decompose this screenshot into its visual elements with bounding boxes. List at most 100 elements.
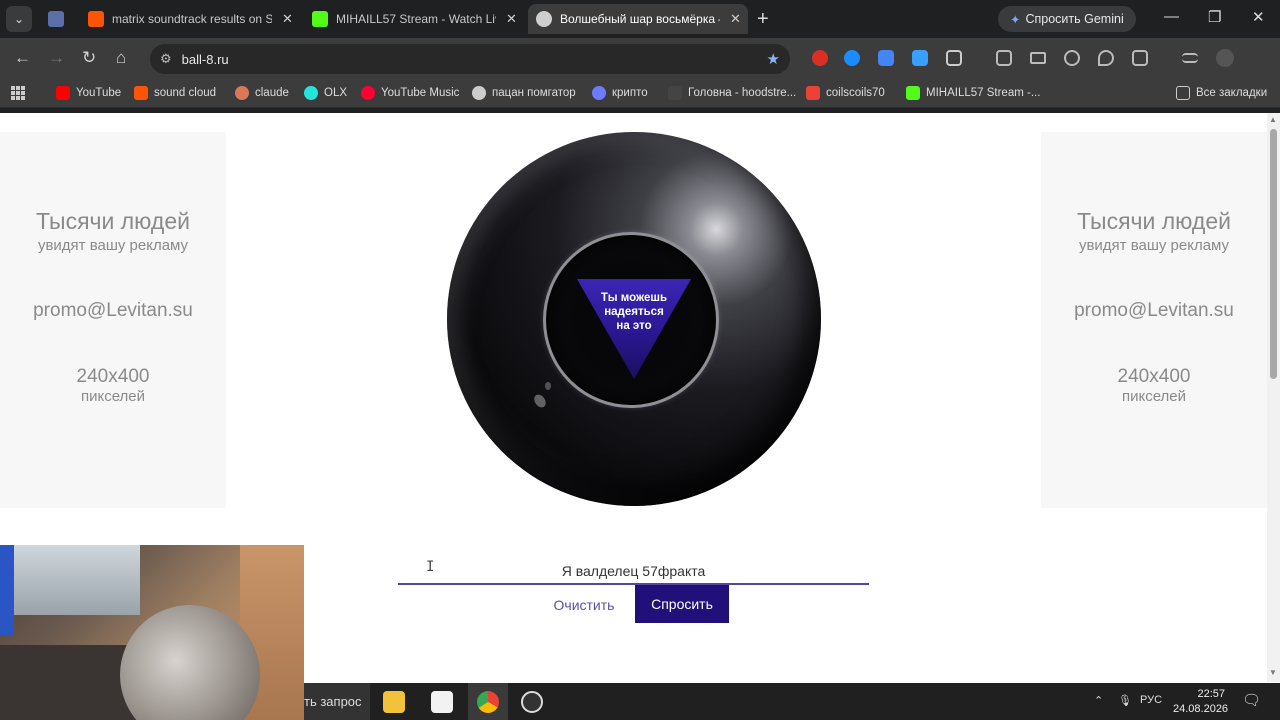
bookmark-label: YouTube Music [381, 87, 460, 99]
ad-size-unit: пикселей [1121, 388, 1187, 405]
clear-button[interactable]: Очистить [545, 594, 623, 616]
ad-banner-left[interactable]: Тысячи людей увидят вашу рекламу promo@L… [0, 132, 226, 508]
close-window-button[interactable]: ✕ [1252, 8, 1265, 26]
bookmark-label: MIHAILL57 Stream -... [926, 87, 1041, 99]
bookmark-hoodstream[interactable]: Головна - hoodstre... [668, 86, 796, 100]
bookmark-patsan[interactable]: пацан помгатор [472, 86, 576, 100]
webcam-overlay [0, 545, 304, 720]
minimize-button[interactable]: — [1164, 8, 1179, 25]
extension-adblock-icon[interactable] [812, 50, 828, 66]
ad-size: 240x400 [1117, 366, 1191, 387]
ball-answer-text: Ты можешь надеяться на это [586, 291, 682, 333]
incognito-icon[interactable] [996, 50, 1012, 66]
tab-2[interactable]: MIHAILL57 Stream - Watch Live ✕ [304, 4, 526, 34]
gemini-button[interactable]: ✦ Спросить Gemini [998, 6, 1136, 32]
timer-app-icon[interactable] [521, 691, 543, 713]
tab-close-icon[interactable]: ✕ [506, 11, 517, 27]
bookmark-kick-stream[interactable]: MIHAILL57 Stream -... [906, 86, 1040, 100]
taskbar: ть запрос ⌃ 🎙 РУС 22:57 24.08.2026 🗨 [304, 683, 1280, 720]
keyboard-language[interactable]: РУС [1140, 694, 1162, 706]
bookmark-gmail[interactable]: coilscoils70 [806, 86, 885, 100]
answer-line: Ты можешь [600, 292, 668, 304]
scrollbar-thumb[interactable] [1270, 129, 1277, 379]
bookmark-label: Все закладки [1196, 87, 1268, 99]
notifications-icon[interactable]: 🗨 [1242, 691, 1261, 709]
file-explorer-icon[interactable] [383, 691, 405, 713]
ball-answer-window: Ты можешь надеяться на это [543, 232, 719, 408]
taskbar-search[interactable]: ть запрос [304, 683, 370, 720]
extensions-puzzle-icon[interactable] [946, 50, 962, 66]
ad-title: Тысячи людей [36, 208, 190, 234]
site-info-icon[interactable]: ⚙ [160, 51, 172, 67]
magic-8-ball[interactable]: Ты можешь надеяться на это [447, 132, 821, 506]
reading-list-icon[interactable] [1182, 53, 1198, 63]
ad-title: Тысячи людей [1077, 208, 1231, 234]
question-input[interactable] [398, 558, 869, 585]
location-pin-icon[interactable] [1098, 50, 1114, 66]
scroll-up-icon[interactable]: ▲ [1269, 115, 1277, 124]
payment-card-icon[interactable] [1030, 52, 1046, 64]
password-key-icon[interactable] [1064, 50, 1080, 66]
bookmarks-bar: YouTube sound cloud claude OLX YouTube M… [0, 80, 1280, 108]
toolbar: ← → ↻ ⌂ ⚙ ball-8.ru ★ [0, 38, 1280, 80]
gmail-icon [806, 86, 820, 100]
bookmark-youtube[interactable]: YouTube [56, 86, 121, 100]
bookmark-crypto[interactable]: крипто [592, 86, 648, 100]
youtube-music-icon [361, 86, 375, 100]
apps-grid-icon[interactable] [11, 86, 25, 100]
tab-1[interactable]: matrix soundtrack results on So ✕ [80, 4, 302, 34]
ad-banner-right[interactable]: Тысячи людей увидят вашу рекламу promo@L… [1041, 132, 1267, 508]
document-app-icon[interactable] [431, 691, 453, 713]
reload-button[interactable]: ↻ [82, 48, 96, 68]
tab-title: matrix soundtrack results on So [112, 12, 272, 26]
bookmark-label: claude [255, 87, 289, 99]
extension-vpn-icon[interactable] [912, 50, 928, 66]
webcam-room-window [0, 545, 140, 615]
new-tab-button[interactable]: + [757, 8, 769, 31]
bookmark-label: sound cloud [154, 87, 217, 99]
bookmarks-star-list-icon[interactable] [1132, 50, 1148, 66]
claude-icon [235, 86, 249, 100]
soundcloud-icon [134, 86, 148, 100]
tab-0[interactable] [40, 4, 76, 34]
tab-strip: ⌄ matrix soundtrack results on So ✕ MIHA… [0, 0, 1280, 38]
system-clock[interactable]: 22:57 24.08.2026 [1173, 687, 1229, 717]
tab-3-active[interactable]: Волшебный шар восьмёрка – ✕ [528, 4, 748, 34]
home-button[interactable]: ⌂ [116, 48, 126, 68]
profile-avatar[interactable] [1216, 49, 1234, 67]
tab-close-icon[interactable]: ✕ [730, 11, 741, 27]
extension-shazam-icon[interactable] [844, 50, 860, 66]
chevron-down-icon: ⌄ [13, 12, 25, 26]
bookmark-label: Головна - hoodstre... [688, 87, 797, 99]
bookmark-label: OLX [324, 87, 348, 99]
extension-translate-icon[interactable] [878, 50, 894, 66]
clock-time: 22:57 [1197, 688, 1225, 700]
scroll-down-icon[interactable]: ▼ [1269, 668, 1277, 677]
ad-email: promo@Levitan.su [1074, 300, 1234, 321]
youtube-icon [56, 86, 70, 100]
chrome-icon[interactable] [477, 691, 499, 713]
clock-date: 24.08.2026 [1173, 703, 1229, 715]
tab-search-button[interactable]: ⌄ [6, 6, 32, 32]
tab-close-icon[interactable]: ✕ [282, 11, 293, 27]
answer-line: на это [616, 320, 652, 332]
bookmark-claude[interactable]: claude [235, 86, 289, 100]
all-bookmarks-button[interactable]: Все закладки [1176, 86, 1267, 100]
ad-subtitle: увидят вашу рекламу [1078, 237, 1230, 254]
tray-chevron-up-icon[interactable]: ⌃ [1094, 694, 1103, 707]
ask-button[interactable]: Спросить [635, 585, 729, 623]
bookmark-olx[interactable]: OLX [304, 86, 347, 100]
page-scrollbar[interactable]: ▲ ▼ [1267, 113, 1280, 682]
bookmark-soundcloud[interactable]: sound cloud [134, 86, 216, 100]
address-bar[interactable]: ⚙ ball-8.ru ★ [150, 44, 790, 74]
ad-size: 240x400 [76, 366, 150, 387]
forward-button[interactable]: → [48, 48, 65, 68]
bookmark-star-icon[interactable]: ★ [767, 50, 780, 68]
bookmark-label: YouTube [76, 87, 122, 99]
microphone-icon[interactable]: 🎙 [1118, 694, 1132, 707]
soundcloud-icon [88, 11, 104, 27]
back-button[interactable]: ← [14, 48, 31, 68]
bookmark-youtube-music[interactable]: YouTube Music [361, 86, 459, 100]
maximize-button[interactable]: ❐ [1208, 8, 1221, 26]
bookmark-label: крипто [612, 87, 648, 99]
